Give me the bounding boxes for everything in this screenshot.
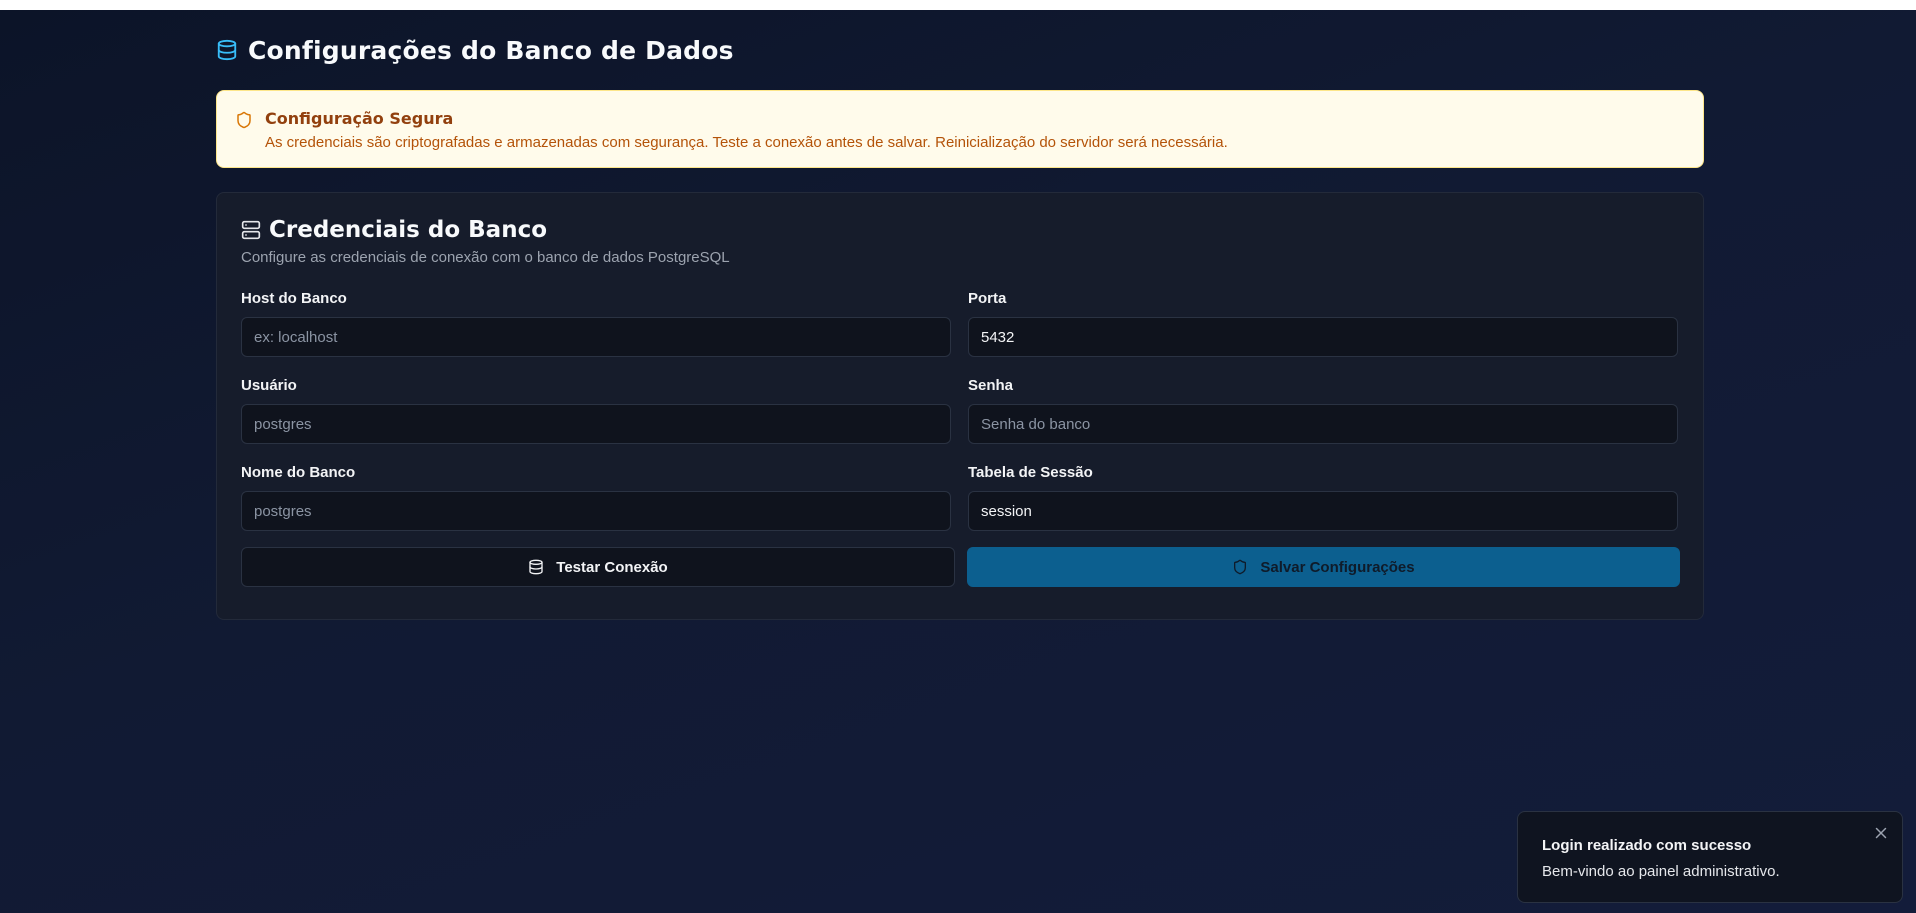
dbname-input[interactable]: [241, 491, 951, 531]
port-label: Porta: [968, 290, 1007, 307]
top-strip: [0, 0, 1916, 10]
session-table-label: Tabela de Sessão: [968, 464, 1093, 481]
credentials-card: Credenciais do Banco Configure as creden…: [216, 192, 1704, 620]
card-header: Credenciais do Banco: [241, 217, 1679, 243]
host-field: Host do Banco: [241, 290, 951, 357]
port-input[interactable]: [968, 317, 1678, 357]
user-input[interactable]: [241, 404, 951, 444]
password-field: Senha: [968, 377, 1678, 444]
user-field: Usuário: [241, 377, 951, 444]
close-icon[interactable]: [1872, 824, 1890, 842]
session-table-field: Tabela de Sessão: [968, 464, 1678, 531]
database-icon: [528, 559, 544, 575]
dbname-field: Nome do Banco: [241, 464, 951, 531]
database-icon: [216, 39, 238, 61]
page-title: Configurações do Banco de Dados: [248, 35, 734, 65]
alert-text: As credenciais são criptografadas e arma…: [265, 134, 1228, 151]
shield-icon: [235, 111, 253, 129]
save-settings-label: Salvar Configurações: [1260, 558, 1415, 576]
test-connection-label: Testar Conexão: [556, 558, 668, 576]
port-field: Porta: [968, 290, 1678, 357]
form-actions: Testar Conexão Salvar Configurações: [241, 547, 1680, 587]
card-title: Credenciais do Banco: [269, 217, 548, 243]
test-connection-button[interactable]: Testar Conexão: [241, 547, 955, 587]
toast-title: Login realizado com sucesso: [1542, 837, 1752, 854]
page-header: Configurações do Banco de Dados: [216, 30, 1704, 70]
server-icon: [241, 220, 261, 240]
password-input[interactable]: [968, 404, 1678, 444]
dbname-label: Nome do Banco: [241, 464, 356, 481]
host-input[interactable]: [241, 317, 951, 357]
alert-content: Configuração Segura As credenciais são c…: [265, 109, 1228, 167]
page-container: Configurações do Banco de Dados Configur…: [216, 30, 1704, 620]
save-settings-button[interactable]: Salvar Configurações: [967, 547, 1680, 587]
user-label: Usuário: [241, 377, 297, 394]
credentials-form: Host do Banco Porta Usuário Senha Nome d…: [241, 290, 1679, 531]
login-toast: Login realizado com sucesso Bem-vindo ao…: [1517, 811, 1903, 903]
alert-title: Configuração Segura: [265, 109, 454, 128]
host-label: Host do Banco: [241, 290, 347, 307]
card-description: Configure as credenciais de conexão com …: [241, 249, 730, 266]
shield-icon: [1232, 559, 1248, 575]
session-table-input[interactable]: [968, 491, 1678, 531]
security-alert: Configuração Segura As credenciais são c…: [216, 90, 1704, 168]
toast-description: Bem-vindo ao painel administrativo.: [1542, 863, 1780, 880]
password-label: Senha: [968, 377, 1014, 394]
